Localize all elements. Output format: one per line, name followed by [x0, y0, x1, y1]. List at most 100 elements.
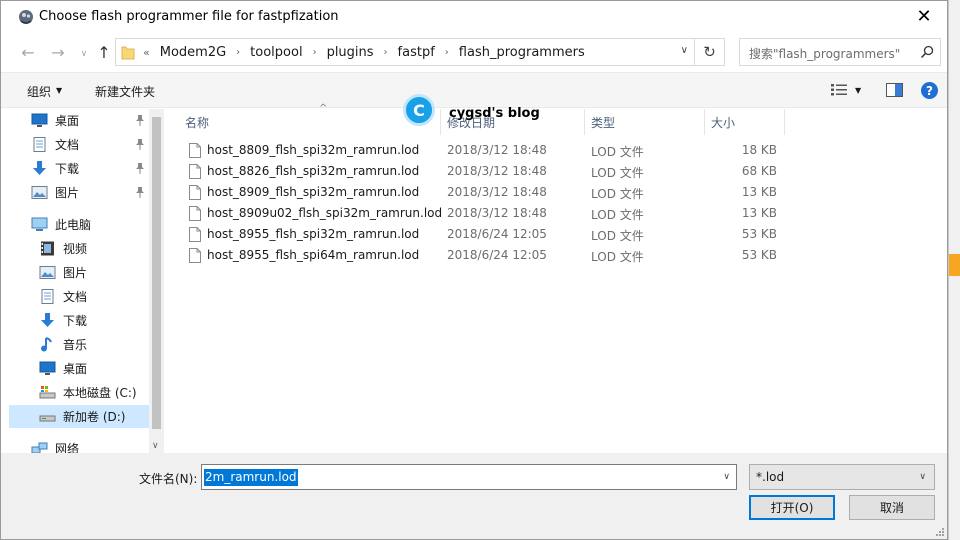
sidebar-item[interactable]: 桌面	[9, 357, 149, 380]
file-row[interactable]: host_8909u02_flsh_spi32m_ramrun.lod 2018/…	[185, 203, 785, 224]
file-type: LOD 文件	[591, 145, 644, 159]
breadcrumb-item[interactable]: plugins	[327, 45, 374, 60]
scroll-down-icon[interactable]: ∨	[152, 441, 159, 451]
column-header-label: 类型	[591, 116, 616, 130]
local-disk-icon	[39, 385, 56, 400]
pin-icon[interactable]	[135, 162, 145, 174]
videos-icon	[39, 241, 56, 256]
filename-selected-text[interactable]: 2m_ramrun.lod	[204, 469, 298, 486]
background-orange-marker	[949, 254, 960, 276]
chevron-right-icon[interactable]: ›	[445, 47, 449, 58]
forward-button[interactable]: →	[47, 42, 69, 62]
file-row[interactable]: host_8955_flsh_spi64m_ramrun.lod 2018/6/2…	[185, 245, 785, 266]
file-type: LOD 文件	[591, 187, 644, 201]
file-name: host_8826_flsh_spi32m_ramrun.lod	[207, 164, 420, 178]
music-icon	[39, 337, 56, 352]
preview-pane-icon[interactable]	[886, 83, 903, 97]
sidebar-item[interactable]: 此电脑	[9, 213, 149, 236]
desktop-icon	[31, 113, 48, 128]
sidebar-item[interactable]: 下载	[9, 309, 149, 332]
pictures-icon	[39, 265, 56, 280]
pin-icon[interactable]	[135, 138, 145, 150]
sidebar-item-label: 视频	[63, 242, 88, 256]
file-row[interactable]: host_8826_flsh_spi32m_ramrun.lod 2018/3/1…	[185, 161, 785, 182]
sidebar-item[interactable]: 文档	[9, 133, 149, 156]
view-options-icon[interactable]	[830, 83, 848, 97]
folder-icon	[121, 46, 135, 60]
command-bar: 组织 ▼ 新建文件夹 ▼ ?	[1, 72, 947, 108]
breadcrumb-item[interactable]: fastpf	[398, 45, 435, 60]
column-header-size[interactable]: 大小	[705, 109, 785, 135]
breadcrumb-item[interactable]: toolpool	[250, 45, 302, 60]
file-row[interactable]: host_8909_flsh_spi32m_ramrun.lod 2018/3/1…	[185, 182, 785, 203]
address-bar[interactable]: « Modem2G › toolpool › plugins › fastpf …	[115, 38, 725, 66]
file-name-panel: 文件名(N): 2m_ramrun.lod ∨ *.lod ∨ 打开(O) 取消	[1, 453, 947, 539]
breadcrumb-item[interactable]: Modem2G	[160, 45, 226, 60]
open-button[interactable]: 打开(O)	[749, 495, 835, 520]
search-input[interactable]: 搜索"flash_programmers"	[739, 38, 941, 66]
filename-input[interactable]: 2m_ramrun.lod ∨	[201, 464, 737, 490]
sidebar-item[interactable]: 视频	[9, 237, 149, 260]
sidebar-item[interactable]: 桌面	[9, 109, 149, 132]
file-row[interactable]: host_8809_flsh_spi32m_ramrun.lod 2018/3/1…	[185, 140, 785, 161]
sidebar-item-label: 文档	[63, 290, 88, 304]
pin-icon[interactable]	[135, 186, 145, 198]
new-folder-button[interactable]: 新建文件夹	[95, 83, 155, 100]
resize-grip-icon[interactable]	[935, 527, 945, 537]
up-button[interactable]: ↑	[93, 42, 115, 62]
downloads-icon	[39, 313, 56, 328]
cancel-button[interactable]: 取消	[849, 495, 935, 520]
file-type: LOD 文件	[591, 208, 644, 222]
help-button[interactable]: ?	[921, 82, 938, 99]
sidebar-item[interactable]: 图片	[9, 261, 149, 284]
pin-icon[interactable]	[135, 114, 145, 126]
address-dropdown-icon[interactable]: ∨	[681, 45, 688, 56]
file-icon	[189, 206, 201, 221]
chevron-right-icon[interactable]: ›	[313, 47, 317, 58]
arrow-right-icon: →	[51, 42, 65, 62]
sidebar-item[interactable]: 新加卷 (D:)	[9, 405, 149, 428]
filename-label: 文件名(N):	[139, 472, 198, 486]
drive-icon	[39, 409, 56, 424]
column-header-name[interactable]: 名称 ^	[179, 103, 441, 135]
sidebar-item-label: 音乐	[63, 338, 88, 352]
documents-icon	[39, 289, 56, 304]
file-icon	[189, 185, 201, 200]
pictures-icon	[31, 185, 48, 200]
window-title: Choose flash programmer file for fastpfi…	[39, 9, 339, 24]
sidebar-item[interactable]: 音乐	[9, 333, 149, 356]
file-date: 2018/3/12 18:48	[447, 164, 547, 178]
breadcrumb-overflow[interactable]: «	[143, 46, 150, 59]
file-size: 13 KB	[741, 206, 777, 220]
file-row[interactable]: host_8955_flsh_spi32m_ramrun.lod 2018/6/2…	[185, 224, 785, 245]
caret-down-icon[interactable]: ▼	[855, 86, 861, 95]
refresh-button[interactable]: ↻	[694, 39, 724, 65]
sidebar-scrollbar[interactable]: ∨	[149, 109, 164, 453]
sidebar-item[interactable]: 文档	[9, 285, 149, 308]
recent-locations-button[interactable]: ∨	[73, 44, 95, 64]
sidebar-item-label: 图片	[63, 266, 88, 280]
sidebar-scroll-thumb[interactable]	[152, 117, 161, 429]
back-button[interactable]: ←	[17, 42, 39, 62]
navigation-pane: 桌面 文档 下载 图片 此电脑 视频 图片 文档 下载 音乐 桌面 本地磁盘 (C:) 新加卷 (D:)…	[1, 109, 165, 456]
close-button[interactable]: ✕	[901, 1, 947, 32]
file-type-select[interactable]: *.lod ∨	[749, 464, 935, 490]
search-icon[interactable]	[920, 45, 934, 59]
file-date: 2018/3/12 18:48	[447, 143, 547, 157]
sidebar-item[interactable]: 下载	[9, 157, 149, 180]
sidebar-item-label: 本地磁盘 (C:)	[63, 386, 137, 400]
organize-button[interactable]: 组织	[27, 83, 51, 100]
file-type: LOD 文件	[591, 250, 644, 264]
breadcrumb-item[interactable]: flash_programmers	[459, 45, 585, 60]
file-open-dialog: Choose flash programmer file for fastpfi…	[0, 0, 948, 540]
column-header-type[interactable]: 类型	[585, 109, 705, 135]
chevron-down-icon: ∨	[919, 472, 926, 482]
chevron-right-icon[interactable]: ›	[384, 47, 388, 58]
chevron-down-icon[interactable]: ∨	[723, 472, 730, 482]
caret-down-icon[interactable]: ▼	[56, 86, 62, 95]
chevron-right-icon[interactable]: ›	[236, 47, 240, 58]
file-date: 2018/3/12 18:48	[447, 206, 547, 220]
refresh-icon: ↻	[703, 43, 716, 61]
sidebar-item[interactable]: 图片	[9, 181, 149, 204]
sidebar-item[interactable]: 本地磁盘 (C:)	[9, 381, 149, 404]
